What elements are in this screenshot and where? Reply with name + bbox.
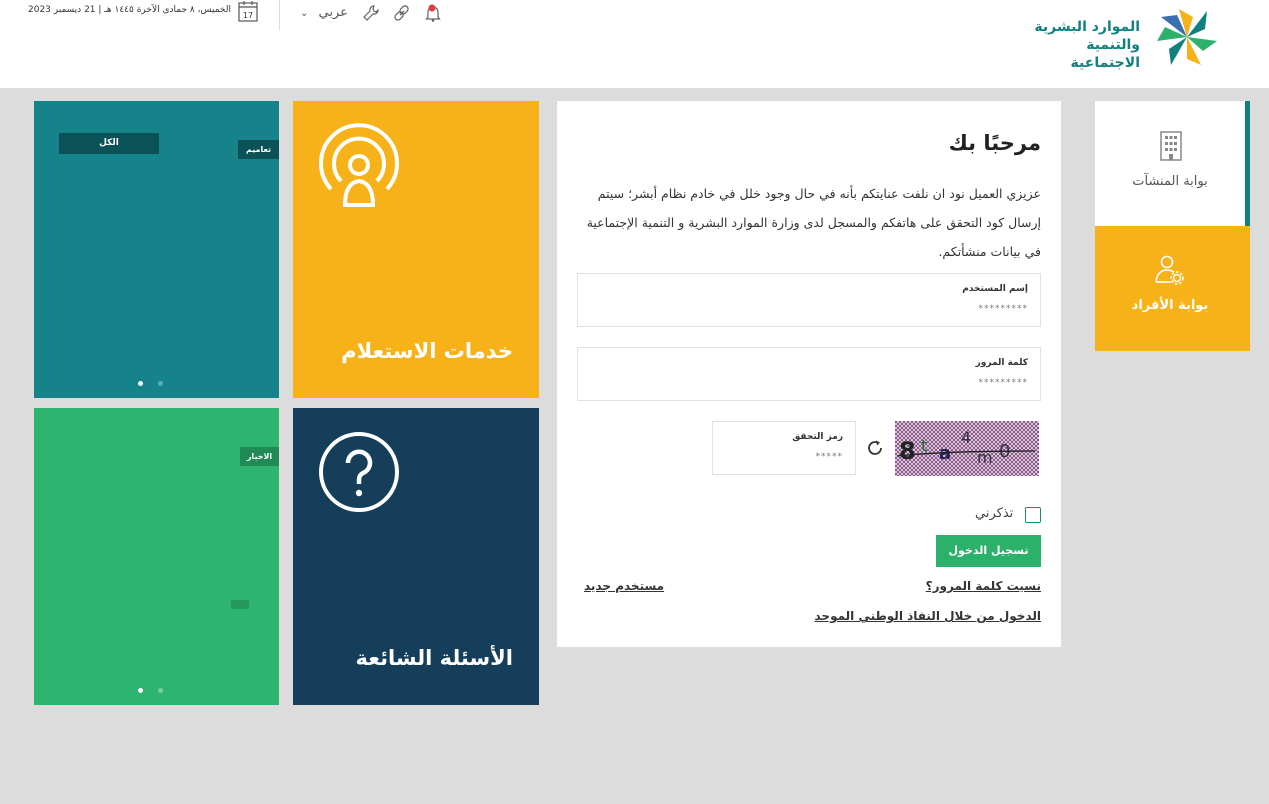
faq-tile[interactable]: الأسئلة الشائعة bbox=[293, 408, 539, 705]
sidebar-item-individuals[interactable]: بوابة الأفراد bbox=[1095, 226, 1250, 351]
top-header: الموارد البشرية والتنمية الاجتماعية الخم… bbox=[0, 0, 1269, 88]
username-value: ********* bbox=[978, 304, 1028, 314]
wrench-icon[interactable] bbox=[362, 4, 380, 22]
filter-all-tag[interactable]: الكل bbox=[59, 133, 159, 154]
news-tile[interactable]: الاخبار bbox=[34, 408, 279, 705]
remember-me-checkbox[interactable] bbox=[1025, 507, 1041, 523]
question-circle-icon bbox=[319, 432, 399, 512]
remember-me-label: تذكرني bbox=[975, 506, 1014, 521]
password-label: كلمة المرور bbox=[975, 358, 1028, 368]
news-item-marker bbox=[231, 600, 249, 609]
faq-title: الأسئلة الشائعة bbox=[355, 646, 514, 670]
password-field[interactable]: كلمة المرور ********* bbox=[577, 347, 1041, 401]
current-date: الخميس، ٨ جمادى الآخرة ١٤٤٥ هـ | 21 ديسم… bbox=[28, 5, 231, 15]
ministry-name-line1: الموارد البشرية bbox=[1034, 19, 1140, 35]
calendar-day: 17 bbox=[243, 11, 253, 20]
national-access-link[interactable]: الدخول من خلال النفاذ الوطني الموحد bbox=[815, 609, 1042, 623]
intro-text: عزيزي العميل نود ان نلفت عنايتكم بأنه في… bbox=[586, 186, 1041, 259]
captcha-image: 8 t a 4 m 0 bbox=[895, 421, 1039, 476]
svg-text:8: 8 bbox=[899, 437, 916, 465]
refresh-captcha-icon[interactable] bbox=[866, 439, 884, 457]
carousel-dot[interactable] bbox=[158, 688, 163, 693]
building-icon bbox=[1160, 131, 1182, 161]
inquiry-services-tile[interactable]: خدمات الاستعلام bbox=[293, 101, 539, 398]
inquiry-services-title: خدمات الاستعلام bbox=[341, 339, 513, 363]
news-tag[interactable]: الاخبار bbox=[240, 447, 279, 466]
svg-text:4: 4 bbox=[961, 428, 971, 447]
username-label: إسم المستخدم bbox=[962, 284, 1028, 294]
carousel-dot-active[interactable] bbox=[138, 381, 143, 386]
password-value: ********* bbox=[978, 378, 1028, 388]
svg-text:t: t bbox=[921, 436, 927, 455]
captcha-field[interactable]: رمز التحقق ***** bbox=[712, 421, 856, 475]
captcha-value: ***** bbox=[815, 452, 843, 462]
active-indicator bbox=[1245, 101, 1250, 226]
carousel-dot-active[interactable] bbox=[138, 688, 143, 693]
sidebar-item-establishments[interactable]: بوابة المنشآت bbox=[1095, 101, 1250, 226]
user-gear-icon bbox=[1155, 255, 1184, 285]
forgot-password-link[interactable]: نسيت كلمة المرور؟ bbox=[926, 579, 1041, 593]
broadcast-person-icon bbox=[319, 123, 399, 207]
carousel-dot[interactable] bbox=[158, 381, 163, 386]
circulars-tag[interactable]: تعاميم bbox=[238, 140, 279, 159]
captcha-label: رمز التحقق bbox=[792, 432, 843, 442]
circulars-tile[interactable]: الكل تعاميم bbox=[34, 101, 279, 398]
sidebar-item-label: بوابة الأفراد bbox=[1131, 298, 1209, 313]
login-button[interactable]: تسجيل الدخول bbox=[936, 535, 1041, 567]
welcome-title: مرحبًا بك bbox=[948, 131, 1041, 155]
header-divider bbox=[279, 0, 280, 30]
language-label: عربي bbox=[318, 5, 348, 20]
new-user-link[interactable]: مستخدم جديد bbox=[584, 579, 664, 593]
username-field[interactable]: إسم المستخدم ********* bbox=[577, 273, 1041, 327]
language-selector[interactable]: ⌄ عربي bbox=[300, 5, 348, 20]
ministry-name-line2: والتنمية الاجتماعية bbox=[1070, 37, 1140, 71]
bell-notification-icon[interactable] bbox=[424, 4, 442, 22]
chevron-down-icon: ⌄ bbox=[300, 8, 309, 19]
link-icon[interactable] bbox=[393, 4, 411, 22]
calendar-icon[interactable]: 17 bbox=[238, 0, 258, 22]
sidebar-item-label: بوابة المنشآت bbox=[1132, 174, 1208, 189]
ministry-name: الموارد البشرية والتنمية الاجتماعية bbox=[1022, 18, 1140, 72]
login-card: مرحبًا بك عزيزي العميل نود ان نلفت عنايت… bbox=[557, 101, 1061, 647]
